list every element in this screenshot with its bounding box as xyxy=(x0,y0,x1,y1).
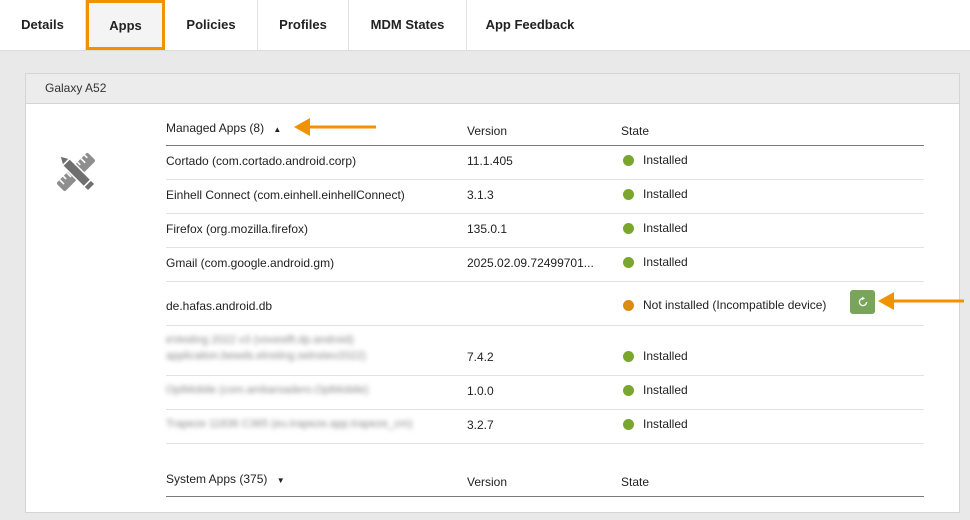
app-version: 1.0.0 xyxy=(467,384,494,398)
tab-label: Apps xyxy=(109,18,142,33)
app-name: Cortado (com.cortado.android.corp) xyxy=(166,154,357,168)
row-divider xyxy=(166,281,924,282)
tab-label: Details xyxy=(21,17,64,32)
app-version: 3.2.7 xyxy=(467,418,494,432)
app-name: Firefox (org.mozilla.firefox) xyxy=(166,222,309,236)
caret-down-icon: ▼ xyxy=(276,476,285,485)
app-name-line: eVesting 2022 v3 (vovestft.dp.android) xyxy=(166,334,354,346)
status-dot-green xyxy=(623,385,634,396)
app-version: 11.1.405 xyxy=(467,154,513,168)
tab-apps[interactable]: Apps xyxy=(86,0,165,50)
row-divider xyxy=(166,213,924,214)
status-dot-green xyxy=(623,351,634,362)
row-divider xyxy=(166,325,924,326)
app-state: Installed xyxy=(643,221,688,235)
tab-app-feedback[interactable]: App Feedback xyxy=(467,0,593,50)
row-divider xyxy=(166,375,924,376)
tab-bar: Details Apps Policies Profiles MDM State… xyxy=(0,0,970,51)
arrow-left-icon xyxy=(878,292,964,310)
status-dot-green xyxy=(623,257,634,268)
app-state: Installed xyxy=(643,255,688,269)
caret-up-icon: ▲ xyxy=(273,125,282,134)
header-divider xyxy=(166,145,924,146)
app-name: eVesting 2022 v3 (vovestft.dp.android) a… xyxy=(166,332,366,364)
status-dot-green xyxy=(623,223,634,234)
retry-install-button[interactable] xyxy=(850,290,875,314)
app-version: 3.1.3 xyxy=(467,188,494,202)
system-apps-header[interactable]: System Apps (375) ▼ xyxy=(166,472,285,486)
app-name: de.hafas.android.db xyxy=(166,299,273,313)
panel-title: Galaxy A52 xyxy=(26,74,959,104)
arrow-left-icon xyxy=(294,118,376,136)
version-column-header: Version xyxy=(467,124,508,138)
device-panel: Galaxy A52 Managed Apps (8) ▲ Version St… xyxy=(25,73,960,513)
row-divider xyxy=(166,247,924,248)
tab-details[interactable]: Details xyxy=(0,0,86,50)
app-name: Einhell Connect (com.einhell.einhellConn… xyxy=(166,188,405,202)
tab-label: App Feedback xyxy=(485,17,575,32)
status-dot-green xyxy=(623,155,634,166)
app-state: Not installed (Incompatible device) xyxy=(643,298,827,312)
tab-label: MDM States xyxy=(370,17,445,32)
tab-mdm-states[interactable]: MDM States xyxy=(349,0,467,50)
app-state: Installed xyxy=(643,153,688,167)
status-dot-green xyxy=(623,419,634,430)
system-apps-label: System Apps (375) xyxy=(166,472,268,486)
app-version: 2025.02.09.72499701... xyxy=(467,256,594,270)
managed-apps-label: Managed Apps (8) xyxy=(166,121,265,135)
state-column-header: State xyxy=(621,124,650,138)
tab-profiles[interactable]: Profiles xyxy=(258,0,349,50)
app-state: Installed xyxy=(643,383,688,397)
retry-icon xyxy=(858,296,867,307)
tab-label: Profiles xyxy=(279,17,327,32)
tools-icon xyxy=(57,153,97,193)
status-dot-green xyxy=(623,189,634,200)
app-state: Installed xyxy=(643,349,688,363)
app-state: Installed xyxy=(643,187,688,201)
row-divider xyxy=(166,409,924,410)
status-dot-orange xyxy=(623,300,634,311)
row-divider xyxy=(166,179,924,180)
app-name: Gmail (com.google.android.gm) xyxy=(166,256,335,270)
app-state: Installed xyxy=(643,417,688,431)
managed-apps-header[interactable]: Managed Apps (8) ▲ xyxy=(166,121,281,135)
version-column-header: Version xyxy=(467,475,508,489)
state-column-header: State xyxy=(621,475,650,489)
app-name: Trapeze 11836 C365 (eu.trapeze.app.trape… xyxy=(166,418,413,430)
app-version: 7.4.2 xyxy=(467,350,494,364)
row-divider xyxy=(166,443,924,444)
app-name: OptMobile (com.ambarsadero.OptMobile) xyxy=(166,384,369,396)
app-version: 135.0.1 xyxy=(467,222,508,236)
tab-label: Policies xyxy=(186,17,236,32)
app-name-line: application.bewds.elnsting.selnstev2022) xyxy=(166,350,366,362)
header-divider xyxy=(166,496,924,497)
tab-policies[interactable]: Policies xyxy=(165,0,258,50)
